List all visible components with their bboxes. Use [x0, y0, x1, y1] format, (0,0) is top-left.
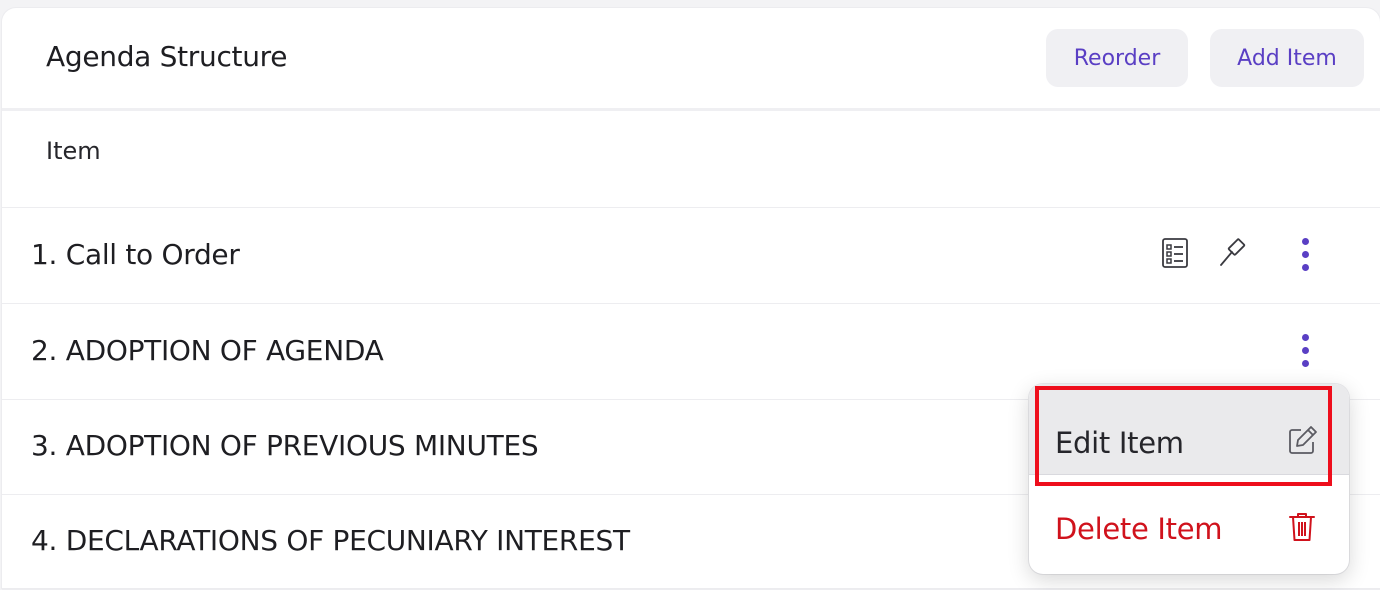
- panel-header: Agenda Structure Reorder Add Item: [2, 8, 1380, 111]
- more-vertical-icon[interactable]: [1294, 332, 1318, 372]
- add-item-button[interactable]: Add Item: [1210, 29, 1364, 87]
- gavel-icon[interactable]: [1216, 236, 1250, 270]
- row-context-menu: Edit Item Delete Item: [1029, 384, 1349, 574]
- trash-icon: [1287, 511, 1321, 545]
- more-vertical-icon[interactable]: [1294, 236, 1318, 276]
- edit-item-menu-item[interactable]: Edit Item: [1029, 384, 1349, 475]
- agenda-item-label: 1. Call to Order: [31, 238, 240, 271]
- reorder-button[interactable]: Reorder: [1046, 29, 1188, 87]
- column-header-item: Item: [46, 137, 101, 165]
- delete-item-menu-item[interactable]: Delete Item: [1029, 484, 1349, 570]
- table-column-header: Item: [2, 111, 1380, 208]
- edit-icon: [1287, 424, 1321, 458]
- edit-item-label: Edit Item: [1055, 426, 1184, 460]
- checklist-icon[interactable]: [1158, 236, 1192, 270]
- panel-title: Agenda Structure: [46, 40, 288, 73]
- agenda-item-label: 4. DECLARATIONS OF PECUNIARY INTEREST: [31, 524, 630, 557]
- agenda-item-label: 3. ADOPTION OF PREVIOUS MINUTES: [31, 429, 539, 462]
- agenda-row-1[interactable]: 1. Call to Order: [2, 208, 1380, 304]
- agenda-item-label: 2. ADOPTION OF AGENDA: [31, 334, 384, 367]
- delete-item-label: Delete Item: [1055, 512, 1223, 546]
